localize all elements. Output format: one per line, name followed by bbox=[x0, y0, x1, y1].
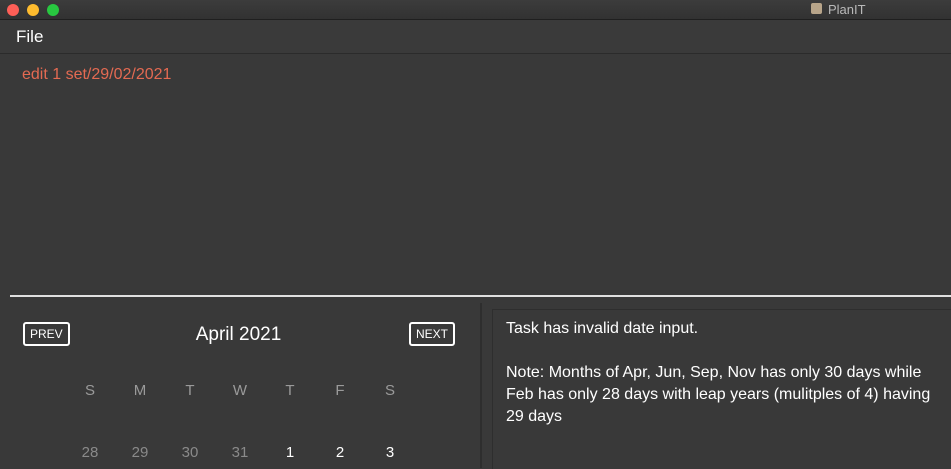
calendar-day[interactable]: 28 bbox=[75, 444, 105, 461]
title-bar: PlanIT bbox=[0, 0, 951, 20]
calendar-panel: PREV April 2021 NEXT S M T W T F S 28 29… bbox=[0, 303, 480, 468]
minimize-window-button[interactable] bbox=[27, 4, 39, 16]
calendar-day[interactable]: 31 bbox=[225, 444, 255, 461]
calendar-day[interactable]: 3 bbox=[375, 444, 405, 461]
command-box[interactable]: edit 1 set/29/02/2021 bbox=[0, 54, 951, 294]
result-display: Task has invalid date input. Note: Month… bbox=[492, 309, 951, 469]
close-window-button[interactable] bbox=[7, 4, 19, 16]
weekday-header: S bbox=[384, 382, 395, 399]
weekday-header: S bbox=[84, 382, 95, 399]
weekday-header: W bbox=[232, 382, 248, 399]
calendar-day[interactable]: 1 bbox=[275, 444, 305, 461]
weekday-header: T bbox=[185, 382, 195, 399]
app-icon bbox=[811, 3, 822, 14]
menu-bar: File bbox=[0, 20, 951, 54]
window-title: PlanIT bbox=[828, 2, 866, 17]
calendar-day[interactable]: 29 bbox=[125, 444, 155, 461]
weekday-header: M bbox=[133, 382, 147, 399]
weekday-header: T bbox=[285, 382, 295, 399]
calendar-month-title: April 2021 bbox=[195, 324, 282, 345]
result-message: Task has invalid date input. Note: Month… bbox=[506, 320, 931, 425]
command-input-text[interactable]: edit 1 set/29/02/2021 bbox=[22, 66, 171, 84]
weekday-header: F bbox=[335, 382, 345, 399]
panel-separator bbox=[480, 303, 482, 468]
calendar-day[interactable]: 2 bbox=[325, 444, 355, 461]
calendar-day[interactable]: 30 bbox=[175, 444, 205, 461]
next-month-button[interactable]: NEXT bbox=[409, 322, 456, 346]
divider bbox=[10, 295, 951, 297]
menu-file[interactable]: File bbox=[16, 27, 43, 47]
maximize-window-button[interactable] bbox=[47, 4, 59, 16]
